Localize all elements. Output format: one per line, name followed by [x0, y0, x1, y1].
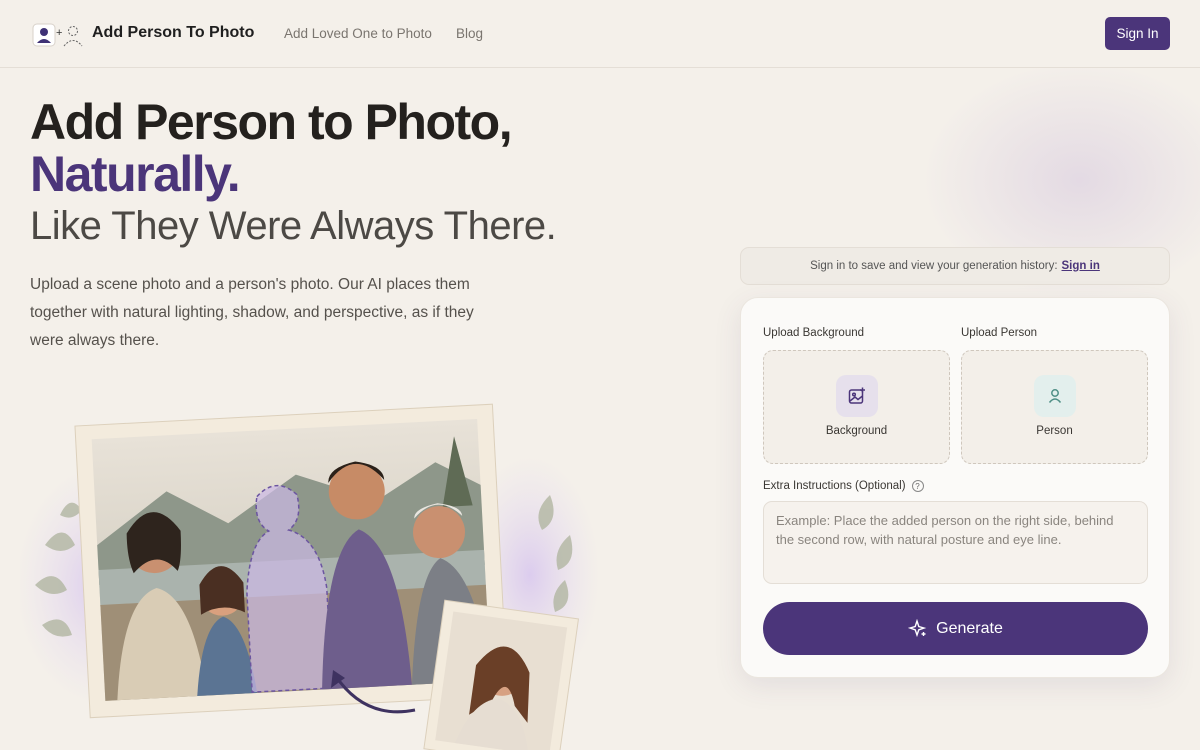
background-drop-label: Background: [825, 425, 888, 437]
svg-text:+: +: [56, 27, 62, 39]
header: + Add Person To Photo Add Loved One to P…: [0, 0, 1200, 68]
upload-person-label: Upload Person: [961, 327, 1038, 339]
history-notice: Sign in to save and view your generation…: [740, 247, 1170, 285]
nav-blog[interactable]: Blog: [456, 26, 483, 41]
history-sign-in-link[interactable]: Sign in: [1062, 260, 1100, 272]
extra-instructions-label: Extra Instructions (Optional) ?: [763, 480, 924, 492]
generator-card: Upload Background Upload Person Backgrou…: [740, 297, 1170, 678]
generate-label: Generate: [936, 619, 1003, 637]
generate-button[interactable]: Generate: [763, 602, 1148, 655]
person-drop-label: Person: [1036, 425, 1073, 437]
image-plus-icon: [836, 375, 878, 417]
hero-title-line2: Naturally.: [30, 146, 241, 202]
sign-in-button[interactable]: Sign In: [1105, 17, 1170, 50]
upload-person-dropzone[interactable]: Person: [961, 350, 1148, 464]
sparkle-icon: [908, 618, 927, 637]
upload-background-dropzone[interactable]: Background: [763, 350, 950, 464]
person-plus-logo-icon[interactable]: +: [32, 21, 84, 49]
brand-name[interactable]: Add Person To Photo: [92, 24, 254, 42]
upload-background-label: Upload Background: [763, 327, 865, 339]
hero-description: Upload a scene photo and a person's phot…: [30, 276, 474, 349]
person-icon: [1034, 375, 1076, 417]
extra-instructions-text: Extra Instructions (Optional): [763, 480, 906, 492]
extra-instructions-input[interactable]: [763, 501, 1148, 584]
history-notice-text: Sign in to save and view your generation…: [810, 260, 1058, 272]
help-icon[interactable]: ?: [911, 480, 924, 492]
hero-title-line1: Add Person to Photo,: [30, 94, 513, 150]
nav-add-loved-one[interactable]: Add Loved One to Photo: [284, 26, 432, 41]
hero-subtitle: Like They Were Always There.: [30, 204, 557, 248]
hero-illustration: [20, 403, 600, 750]
